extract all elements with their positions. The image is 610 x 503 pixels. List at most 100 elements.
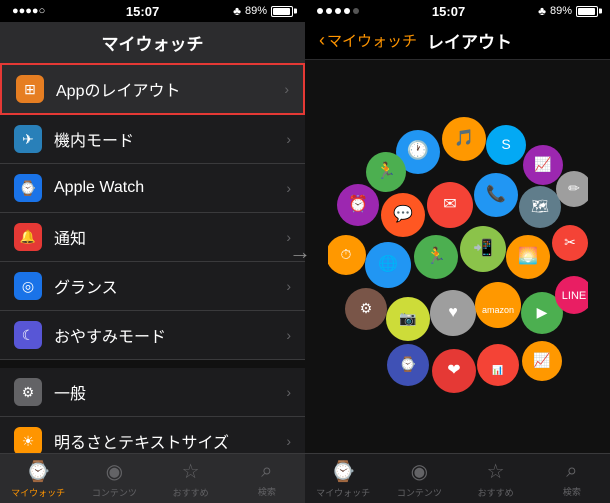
svg-text:S: S (501, 136, 510, 152)
right-nav: ‹ マイウォッチ レイアウト (305, 22, 610, 60)
svg-text:🏃: 🏃 (426, 246, 446, 265)
menu-item-brightness[interactable]: ☀ 明るさとテキストサイズ › (0, 417, 305, 453)
app-layout-chevron: › (284, 81, 289, 97)
svg-text:⌚: ⌚ (399, 356, 416, 373)
app-layout-label: Appのレイアウト (56, 77, 284, 101)
airplane-icon: ✈ (14, 125, 42, 153)
right-contents-icon: ◉ (411, 459, 428, 484)
watch-screen: 🕐 🎵 🏃 S 📈 ⏰ 💬 ✉ 📞 🗺 (305, 60, 610, 453)
menu-item-notification[interactable]: 🔔 通知 › (0, 213, 305, 262)
my-watch-tab-icon: ⌚ (26, 459, 51, 484)
svg-text:📈: 📈 (533, 352, 550, 369)
right-search-icon: ⌕ (566, 460, 577, 483)
left-status-bar: ●●●●○ 15:07 ♣ 89% (0, 0, 305, 22)
svg-text:▶: ▶ (536, 304, 547, 320)
menu-item-apple-watch[interactable]: ⌚ Apple Watch › (0, 164, 305, 213)
svg-text:⏰: ⏰ (348, 194, 368, 213)
menu-item-general[interactable]: ⚙ 一般 › (0, 368, 305, 417)
brightness-icon: ☀ (14, 427, 42, 453)
left-tab-bar: ⌚ マイウォッチ ◉ コンテンツ ☆ おすすめ ⌕ 検索 (0, 453, 305, 503)
left-tab-search[interactable]: ⌕ 検索 (229, 454, 305, 503)
menu-item-dnd[interactable]: ☾ おやすみモード › (0, 311, 305, 360)
menu-list: ⊞ Appのレイアウト › ✈ 機内モード › ⌚ Apple Watch › … (0, 63, 305, 453)
svg-text:🗺: 🗺 (531, 198, 549, 214)
right-my-watch-label: マイウォッチ (316, 486, 370, 499)
apple-watch-chevron: › (286, 180, 291, 196)
right-signal (317, 8, 359, 14)
left-time: 15:07 (126, 4, 159, 19)
general-chevron: › (286, 384, 291, 400)
menu-item-app-layout[interactable]: ⊞ Appのレイアウト › (0, 63, 305, 115)
airplane-chevron: › (286, 131, 291, 147)
signal-dot-2 (326, 8, 332, 14)
svg-text:📲: 📲 (473, 238, 493, 257)
brightness-label: 明るさとテキストサイズ (54, 429, 286, 453)
right-status-bar: 15:07 ♣ 89% (305, 0, 610, 22)
brightness-chevron: › (286, 433, 291, 449)
svg-text:🌅: 🌅 (518, 246, 538, 265)
right-search-label: 検索 (563, 485, 581, 498)
right-tab-recommend[interactable]: ☆ おすすめ (458, 454, 534, 503)
dnd-label: おやすみモード (54, 323, 286, 347)
search-tab-icon: ⌕ (261, 460, 272, 483)
recommend-tab-label: おすすめ (173, 486, 209, 499)
left-tab-contents[interactable]: ◉ コンテンツ (76, 454, 152, 503)
right-time: 15:07 (432, 4, 465, 19)
right-battery-icon (576, 6, 598, 17)
dnd-chevron: › (286, 327, 291, 343)
right-recommend-icon: ☆ (487, 459, 505, 484)
app-grid: 🕐 🎵 🏃 S 📈 ⏰ 💬 ✉ 📞 🗺 (328, 117, 588, 397)
right-tab-my-watch[interactable]: ⌚ マイウォッチ (305, 454, 381, 503)
airplane-label: 機内モード (54, 127, 286, 151)
right-bluetooth-icon: ♣ (538, 4, 546, 18)
svg-text:💬: 💬 (393, 204, 413, 223)
right-tab-contents[interactable]: ◉ コンテンツ (381, 454, 457, 503)
menu-item-glance[interactable]: ◎ グランス › (0, 262, 305, 311)
arrow-icon: → (289, 239, 311, 265)
svg-text:amazon: amazon (481, 305, 513, 315)
right-my-watch-icon: ⌚ (331, 459, 356, 484)
svg-text:✂: ✂ (564, 234, 576, 250)
battery-percent: 89% (245, 5, 267, 17)
right-page-title: レイアウト (427, 28, 512, 53)
back-label: マイウォッチ (327, 30, 417, 51)
right-recommend-label: おすすめ (478, 486, 514, 499)
back-button[interactable]: ‹ マイウォッチ (319, 30, 417, 51)
general-icon: ⚙ (14, 378, 42, 406)
signal-dot-5 (353, 8, 359, 14)
left-tab-my-watch[interactable]: ⌚ マイウォッチ (0, 454, 76, 503)
menu-separator (0, 360, 305, 368)
left-status-right: ♣ 89% (233, 4, 293, 18)
svg-text:✏: ✏ (568, 180, 580, 196)
signal-dot-1 (317, 8, 323, 14)
dnd-icon: ☾ (14, 321, 42, 349)
search-tab-label: 検索 (258, 485, 276, 498)
glance-label: グランス (54, 274, 286, 298)
app-layout-icon: ⊞ (16, 75, 44, 103)
menu-item-airplane[interactable]: ✈ 機内モード › (0, 115, 305, 164)
apple-watch-label: Apple Watch (54, 179, 286, 197)
left-page-title: マイウォッチ (16, 30, 289, 55)
left-nav-header: マイウォッチ (0, 22, 305, 63)
right-tab-search[interactable]: ⌕ 検索 (534, 454, 610, 503)
signal-dot-4 (344, 8, 350, 14)
svg-text:⏱: ⏱ (340, 246, 351, 262)
general-label: 一般 (54, 380, 286, 404)
right-panel: 15:07 ♣ 89% ‹ マイウォッチ レイアウト 🕐 🎵 (305, 0, 610, 503)
right-tab-bar: ⌚ マイウォッチ ◉ コンテンツ ☆ おすすめ ⌕ 検索 (305, 453, 610, 503)
right-status-right: ♣ 89% (538, 4, 598, 18)
svg-text:📷: 📷 (399, 310, 416, 327)
notification-icon: 🔔 (14, 223, 42, 251)
svg-text:♥: ♥ (448, 304, 458, 321)
glance-icon: ◎ (14, 272, 42, 300)
svg-text:🎵: 🎵 (454, 129, 474, 147)
left-signal: ●●●●○ (12, 5, 52, 17)
left-tab-recommend[interactable]: ☆ おすすめ (153, 454, 229, 503)
notification-label: 通知 (54, 225, 286, 249)
glance-chevron: › (286, 278, 291, 294)
svg-text:🕐: 🕐 (406, 139, 428, 160)
svg-text:✉: ✉ (443, 196, 456, 213)
signal-dot-3 (335, 8, 341, 14)
app-grid-svg: 🕐 🎵 🏃 S 📈 ⏰ 💬 ✉ 📞 🗺 (328, 117, 588, 397)
svg-text:📞: 📞 (486, 183, 506, 203)
